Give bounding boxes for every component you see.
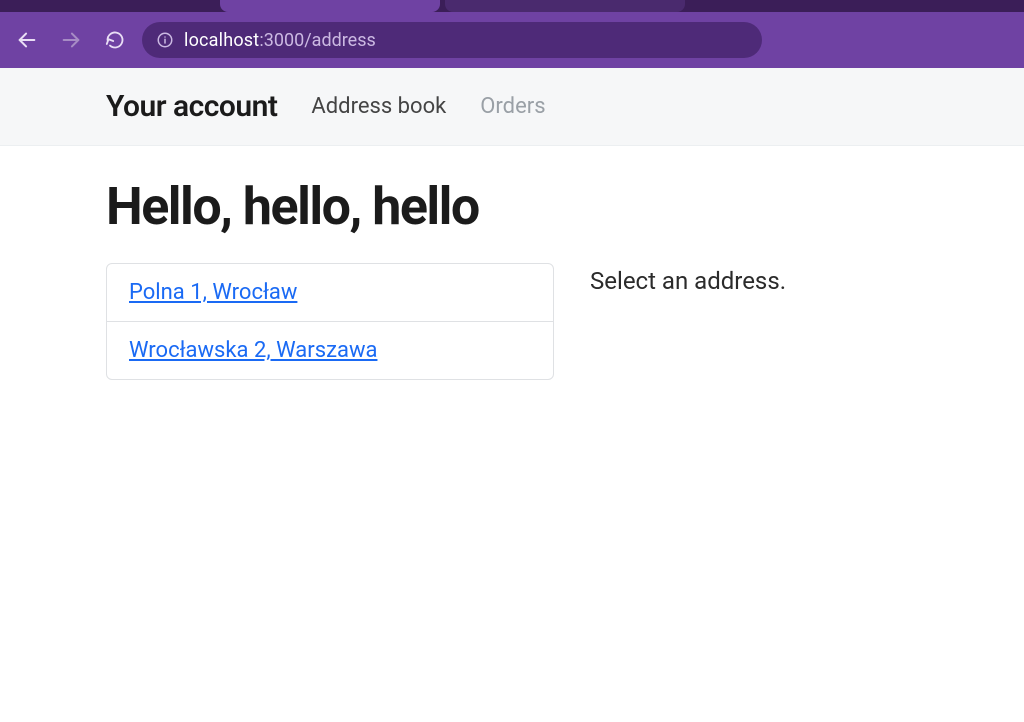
nav-orders[interactable]: Orders [480,94,545,119]
site-info-icon[interactable] [156,31,174,49]
address-list: Polna 1, Wrocław Wrocławska 2, Warszawa [106,263,554,380]
arrow-right-icon [60,29,82,51]
list-item: Wrocławska 2, Warszawa [107,321,553,379]
page-body: Your account Address book Orders Hello, … [0,68,1024,380]
nav-address-book[interactable]: Address book [311,94,446,119]
page-title: Your account [106,89,277,124]
reload-icon [105,30,125,50]
url-bar[interactable]: localhost:3000/address [142,22,762,58]
account-subnav: Your account Address book Orders [0,68,1024,146]
list-item: Polna 1, Wrocław [107,264,553,321]
browser-toolbar: localhost:3000/address [0,12,1024,68]
back-button[interactable] [10,23,44,57]
greeting-heading: Hello, hello, hello [106,176,984,237]
browser-tabstrip [0,0,1024,12]
browser-tab-inactive[interactable] [445,0,685,12]
url-text: localhost:3000/address [184,30,376,51]
url-path: :3000/address [259,30,375,51]
main-content: Hello, hello, hello Polna 1, Wrocław Wro… [0,146,1024,380]
address-detail-placeholder: Select an address. [590,263,786,295]
forward-button[interactable] [54,23,88,57]
address-two-col: Polna 1, Wrocław Wrocławska 2, Warszawa … [106,263,984,380]
arrow-left-icon [16,29,38,51]
browser-tab-active[interactable] [220,0,440,12]
address-link[interactable]: Polna 1, Wrocław [129,280,297,305]
address-link[interactable]: Wrocławska 2, Warszawa [129,338,377,363]
url-host: localhost [184,30,259,51]
reload-button[interactable] [98,23,132,57]
